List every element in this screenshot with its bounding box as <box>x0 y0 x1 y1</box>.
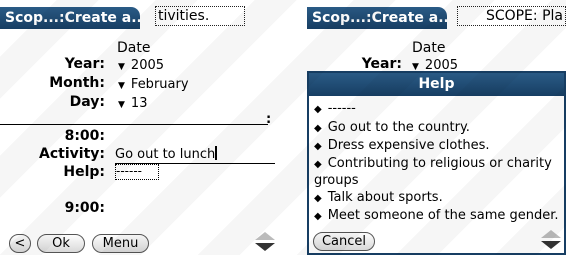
year-select[interactable]: ▼ 2005 <box>118 58 164 73</box>
day-label: Day: <box>69 94 105 110</box>
scroll-up-icon[interactable] <box>541 230 561 238</box>
scroll-down-icon[interactable] <box>541 241 561 249</box>
left-screen: Scop...:Create a... tivities. Date Year:… <box>0 0 288 255</box>
divider <box>0 124 268 125</box>
activity-value: Go out to lunch <box>115 147 216 162</box>
help-item[interactable]: ◆ Meet someone of the same gender. <box>314 208 564 225</box>
text-cursor <box>215 146 218 160</box>
bullet-icon: ◆ <box>314 104 322 115</box>
bullet-icon: ◆ <box>314 141 322 152</box>
right-screen: Scop...:Create a... SCOPE: Pla Date Year… <box>307 0 566 255</box>
ok-button[interactable]: Ok <box>37 234 85 253</box>
title-field[interactable]: SCOPE: Pla <box>457 6 566 26</box>
month-value: February <box>130 77 189 92</box>
time-8-label: 8:00: <box>64 128 105 144</box>
month-label: Month: <box>49 75 105 91</box>
dropdown-arrow-icon: ▼ <box>118 62 125 72</box>
help-item[interactable]: ◆ ------ <box>314 101 564 118</box>
title-field[interactable]: tivities. <box>155 6 245 26</box>
date-header: Date <box>117 40 151 56</box>
help-label: Help: <box>63 164 105 180</box>
help-select[interactable]: ------ <box>115 164 159 180</box>
form-title: Scop...:Create a... <box>307 7 447 29</box>
day-select[interactable]: ▼ 13 <box>118 96 147 111</box>
year-label: Year: <box>361 56 402 72</box>
year-value: 2005 <box>130 58 165 73</box>
bullet-icon: ◆ <box>314 123 322 134</box>
cancel-button[interactable]: Cancel <box>313 232 375 251</box>
activity-label: Activity: <box>39 146 105 162</box>
year-label: Year: <box>64 56 105 72</box>
bullet-icon: ◆ <box>314 211 322 222</box>
help-item[interactable]: ◆ Dress expensive clothes. <box>314 138 564 155</box>
help-item[interactable]: ◆ Talk about sports. <box>314 190 564 207</box>
bullet-icon: ◆ <box>314 193 322 204</box>
date-header: Date <box>412 40 446 56</box>
help-item[interactable]: ◆ Contributing to religious or charity gr… <box>314 156 564 189</box>
help-dialog: Help ◆ ------ ◆ Go out to the country. ◆ Dr… <box>307 71 566 255</box>
dropdown-arrow-icon: ▼ <box>118 81 125 91</box>
help-item[interactable]: ◆ Go out to the country. <box>314 120 564 137</box>
scroll-up-icon[interactable] <box>255 232 275 240</box>
scroll-down-icon[interactable] <box>255 243 275 251</box>
bullet-icon: ◆ <box>314 159 322 170</box>
time-9-label: 9:00: <box>64 200 105 216</box>
help-dialog-title: Help <box>309 73 564 96</box>
back-button[interactable]: < <box>9 234 31 253</box>
menu-button[interactable]: Menu <box>92 234 149 253</box>
day-value: 13 <box>130 96 148 111</box>
activity-input[interactable]: Go out to lunch <box>115 146 275 164</box>
dropdown-arrow-icon: ▼ <box>118 100 125 110</box>
form-title: Scop...:Create a... <box>0 7 140 29</box>
month-select[interactable]: ▼ February <box>118 77 189 92</box>
